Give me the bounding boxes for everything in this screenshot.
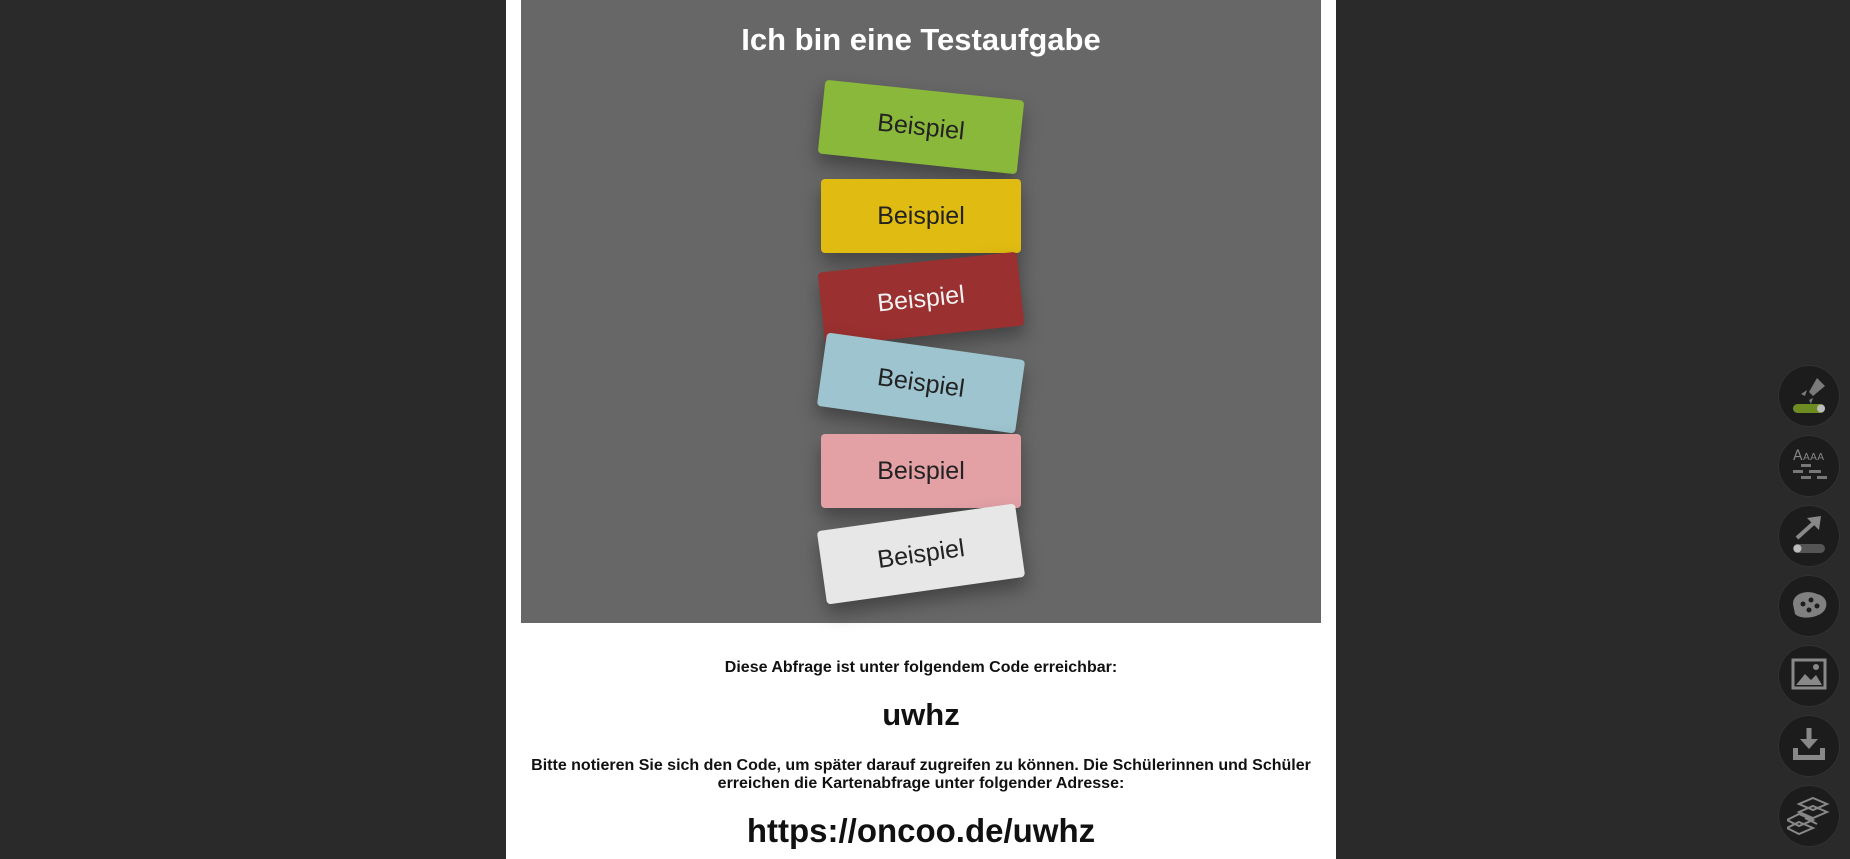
svg-text:AAA: AAA	[1803, 452, 1824, 463]
card-label: Beispiel	[875, 362, 967, 403]
card-light-blue[interactable]: Beispiel	[816, 332, 1026, 434]
task-title: Ich bin eine Testaufgabe	[741, 22, 1101, 57]
image-icon	[1787, 652, 1831, 701]
pinboard-button[interactable]	[1778, 575, 1840, 637]
export-toggle-button[interactable]	[1778, 505, 1840, 567]
rocket-toggle-icon	[1787, 372, 1831, 421]
card-label: Beispiel	[876, 108, 967, 146]
svg-text:A: A	[1793, 448, 1803, 464]
pinboard-blob-icon	[1787, 582, 1831, 631]
access-code: uwhz	[882, 697, 960, 732]
card-pink[interactable]: Beispiel	[821, 434, 1021, 508]
download-tray-icon	[1787, 722, 1831, 771]
download-button[interactable]	[1778, 715, 1840, 777]
access-url[interactable]: https://oncoo.de/uwhz	[506, 812, 1336, 850]
card-label: Beispiel	[875, 533, 967, 574]
layers-button[interactable]	[1778, 785, 1840, 847]
card-label: Beispiel	[875, 280, 966, 318]
image-button[interactable]	[1778, 645, 1840, 707]
card-yellow[interactable]: Beispiel	[821, 179, 1021, 253]
card-label: Beispiel	[877, 456, 965, 485]
content-sheet: Ich bin eine Testaufgabe Beispiel Beispi…	[506, 0, 1336, 859]
font-layout-button[interactable]: A AAA	[1778, 435, 1840, 497]
code-note: Bitte notieren Sie sich den Code, um spä…	[531, 757, 1311, 792]
card-label: Beispiel	[877, 201, 965, 230]
font-size-layout-icon: A AAA	[1787, 442, 1831, 491]
card-green[interactable]: Beispiel	[817, 79, 1025, 175]
card-board: Ich bin eine Testaufgabe Beispiel Beispi…	[521, 0, 1321, 623]
card-red[interactable]: Beispiel	[817, 251, 1025, 347]
export-arrow-toggle-icon	[1787, 512, 1831, 561]
rocket-toggle-button[interactable]	[1778, 365, 1840, 427]
code-caption: Diese Abfrage ist unter folgendem Code e…	[724, 659, 1118, 676]
card-white[interactable]: Beispiel	[816, 503, 1026, 605]
layers-stack-icon	[1784, 792, 1831, 841]
